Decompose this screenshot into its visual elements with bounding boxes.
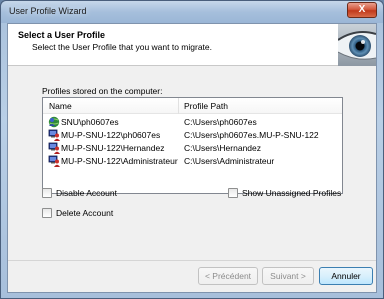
column-header-name[interactable]: Name [49,101,72,111]
profile-name: MU-P-SNU-122\Administrateur [61,156,178,166]
show-unassigned-checkbox[interactable] [228,188,238,198]
profile-name: MU-P-SNU-122\ph0607es [61,130,161,140]
page-subtitle: Select the User Profile that you want to… [32,42,213,52]
disable-account-label[interactable]: Disable Account [56,188,117,198]
delete-account-checkbox[interactable] [42,208,52,218]
profile-name: MU-P-SNU-122\Hernandez [61,143,165,153]
eye-logo-icon [338,24,376,66]
wizard-header: Select a User Profile Select the User Pr… [8,24,376,66]
table-row[interactable]: MU-P-SNU-122\ph0607es C:\Users\ph0607es.… [43,129,342,141]
next-button[interactable]: Suivant > [262,267,314,285]
title-bar[interactable]: User Profile Wizard X [1,1,383,23]
delete-account-label[interactable]: Delete Account [56,208,113,218]
list-header: Name Profile Path [43,98,342,114]
close-button[interactable]: X [347,2,377,18]
profile-path: C:\Users\ph0607es [184,117,257,127]
table-row[interactable]: MU-P-SNU-122\Administrateur C:\Users\Adm… [43,155,342,167]
table-row[interactable]: SNU\ph0607es C:\Users\ph0607es [43,116,342,128]
profiles-label: Profiles stored on the computer: [42,86,163,96]
column-header-path[interactable]: Profile Path [184,101,228,111]
table-row[interactable]: MU-P-SNU-122\Hernandez C:\Users\Hernande… [43,142,342,154]
footer-divider [8,260,376,261]
column-divider[interactable] [178,98,179,114]
page-title: Select a User Profile [18,30,106,40]
profile-name: SNU\ph0607es [61,117,119,127]
close-icon: X [358,4,366,15]
disable-account-checkbox[interactable] [42,188,52,198]
domain-user-icon [48,116,60,128]
local-user-icon [48,142,60,154]
back-button[interactable]: < Précédent [198,267,258,285]
wizard-window: User Profile Wizard X Select a User Prof… [0,0,384,299]
profile-path: C:\Users\ph0607es.MU-P-SNU-122 [184,130,319,140]
window-title: User Profile Wizard [9,6,87,16]
profile-path: C:\Users\Hernandez [184,143,262,153]
local-user-icon [48,129,60,141]
wizard-client-area: Select a User Profile Select the User Pr… [7,23,377,293]
show-unassigned-label[interactable]: Show Unassigned Profiles [242,188,341,198]
cancel-button[interactable]: Annuler [319,267,373,285]
local-user-icon [48,155,60,167]
profile-path: C:\Users\Administrateur [184,156,275,166]
profiles-list[interactable]: Name Profile Path SNU\ph0607es C:\Users\… [42,97,343,194]
